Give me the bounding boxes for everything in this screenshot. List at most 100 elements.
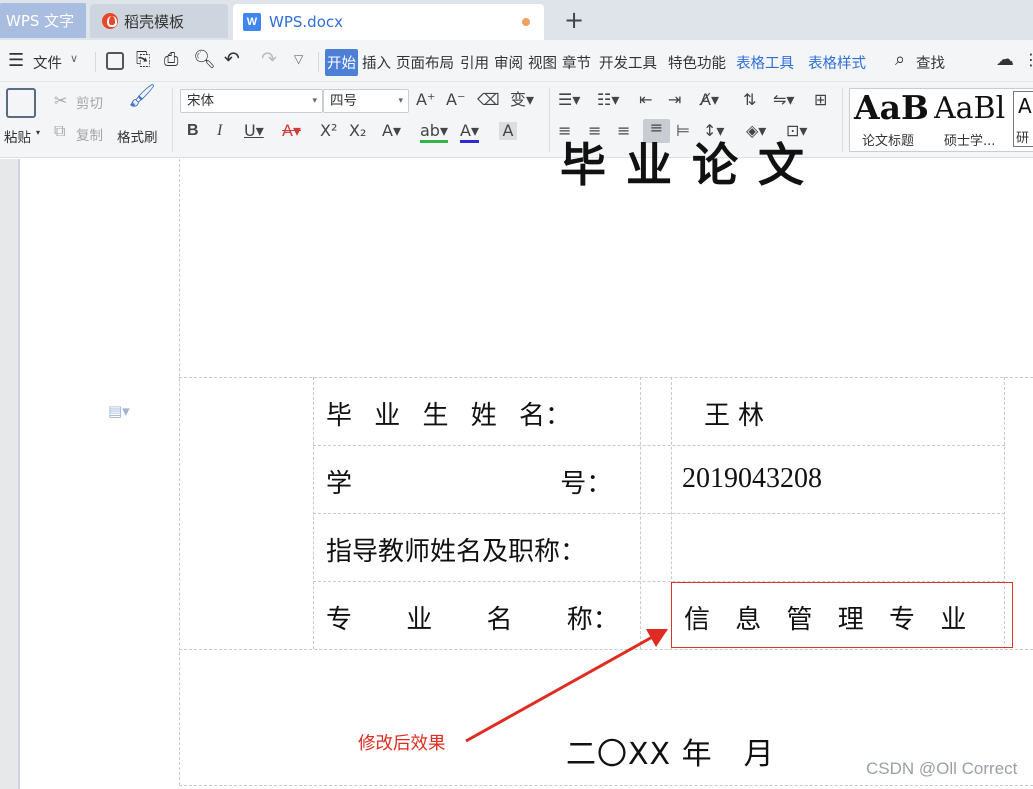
table-layout-icon[interactable]: ⊞ — [814, 91, 827, 109]
superscript-icon[interactable]: X² — [320, 122, 337, 140]
label-student-id[interactable]: 学 号： — [326, 463, 612, 500]
value-graduate-name[interactable]: 王林 — [704, 395, 772, 432]
menu-separator — [95, 52, 96, 72]
wps-doc-icon: W — [243, 13, 261, 31]
paste-button[interactable]: 粘贴 — [4, 126, 31, 146]
tab-wps-writer[interactable]: WPS 文字 — [0, 3, 86, 38]
table-row-divider — [313, 445, 1005, 446]
chevron-down-icon: ▾ — [398, 96, 403, 106]
format-painter-icon[interactable]: 🖌︎ — [128, 86, 156, 108]
file-menu[interactable]: 文件 — [33, 52, 62, 73]
date-line[interactable]: 二〇XX 年 月 — [566, 729, 775, 773]
menu-page-layout[interactable]: 页面布局 — [396, 52, 454, 73]
menu-table-tools[interactable]: 表格工具 — [736, 52, 794, 73]
menu-chapter[interactable]: 章节 — [562, 52, 591, 73]
text-effect-icon[interactable]: A▾ — [382, 122, 401, 140]
subscript-icon[interactable]: X₂ — [349, 122, 366, 140]
style-preview: AaBl — [934, 91, 1006, 126]
menu-home[interactable]: 开始 — [325, 49, 358, 76]
decrease-indent-icon[interactable]: ⇤ — [639, 91, 652, 109]
highlight-box — [671, 582, 1013, 648]
font-size-select[interactable]: 四号 ▾ — [323, 89, 409, 113]
format-painter-button[interactable]: 格式刷 — [117, 126, 158, 146]
italic-icon[interactable]: I — [217, 122, 222, 140]
chinese-layout-icon[interactable]: A̸▾ — [700, 91, 719, 109]
table-row-divider — [313, 513, 1005, 514]
font-color-icon[interactable]: A▾ — [460, 122, 479, 143]
font-size-value: 四号 — [330, 93, 357, 109]
menu-references[interactable]: 引用 — [460, 52, 489, 73]
save-icon[interactable] — [106, 52, 124, 70]
styles-gallery: AaB 论文标题 AaBl 硕士学... A 研 — [849, 88, 1033, 152]
strikethrough-icon[interactable]: A▾ — [282, 122, 301, 140]
unsaved-dot-icon — [522, 18, 530, 26]
new-tab-button[interactable]: + — [560, 6, 588, 34]
tab-document-label: WPS.docx — [269, 13, 343, 31]
style-thesis-title[interactable]: AaB 论文标题 — [854, 88, 932, 150]
menu-table-style[interactable]: 表格样式 — [808, 52, 866, 73]
increase-indent-icon[interactable]: ⇥ — [668, 91, 681, 109]
tab-daoke-label: 稻壳模板 — [124, 12, 185, 31]
phonetic-guide-icon[interactable]: 变▾ — [510, 91, 534, 109]
clear-format-icon[interactable]: ⌫ — [477, 91, 500, 109]
label-graduate-name[interactable]: 毕 业 生 姓 名： — [326, 395, 571, 432]
ribbon-separator — [842, 88, 843, 152]
table-column-divider — [640, 377, 641, 649]
document-area[interactable]: ▤▾ 毕业论文 毕 业 生 姓 名： 王林 学 号： 2019043208 指导… — [0, 138, 1033, 789]
bullet-list-icon[interactable]: ☰▾ — [558, 91, 580, 109]
sort-icon[interactable]: ⇅ — [743, 91, 756, 109]
search-icon[interactable]: ⌕ — [895, 49, 905, 70]
copy-button[interactable]: 复制 — [76, 124, 103, 144]
menu-developer-tools[interactable]: 开发工具 — [599, 52, 657, 73]
quick-access-more-icon[interactable]: ▽ — [294, 52, 303, 66]
label-advisor[interactable]: 指导教师姓名及职称： — [326, 531, 586, 568]
numbered-list-icon[interactable]: ☷▾ — [597, 91, 619, 109]
paste-dropdown-icon[interactable]: ▾ — [36, 128, 40, 137]
watermark: CSDN @Oll Correct — [866, 759, 1018, 778]
style-master-thesis[interactable]: AaBl 硕士学... — [934, 90, 1014, 150]
scissors-icon[interactable]: ✂ — [54, 92, 67, 110]
style-preview: A — [1018, 94, 1032, 118]
ribbon-toolbar: 粘贴 ▾ ✂ 剪切 ⧉ 复制 🖌︎ 格式刷 宋体 ▾ 四号 ▾ A⁺ A⁻ ⌫ … — [0, 82, 1033, 158]
tab-document[interactable]: W WPS.docx — [233, 4, 544, 40]
cloud-sync-icon[interactable]: ☁ — [996, 49, 1014, 70]
table-column-divider — [313, 377, 314, 649]
char-shading-icon[interactable]: A — [499, 122, 517, 140]
paste-icon[interactable] — [6, 88, 36, 118]
undo-icon[interactable]: ↶ — [224, 48, 240, 70]
tab-daoke-templates[interactable]: 稻壳模板 — [90, 4, 228, 38]
menu-special-features[interactable]: 特色功能 — [668, 52, 726, 73]
shrink-font-icon[interactable]: A⁻ — [446, 91, 465, 109]
print-preview-icon[interactable]: 🔍︎ — [193, 49, 216, 70]
ribbon-separator — [549, 88, 550, 152]
style-label: 论文标题 — [862, 134, 915, 149]
bold-icon[interactable]: B — [187, 122, 199, 140]
export-icon[interactable]: ⎘ — [136, 49, 150, 70]
style-label: 硕士学... — [944, 134, 996, 149]
redo-icon[interactable]: ↷ — [261, 48, 277, 70]
hamburger-icon[interactable]: ☰ — [8, 50, 24, 71]
highlight-icon[interactable]: ab▾ — [420, 122, 448, 143]
chevron-down-icon[interactable]: ∨ — [70, 52, 78, 65]
style-label: 研 — [1016, 131, 1030, 146]
menu-view[interactable]: 视图 — [528, 52, 557, 73]
menu-insert[interactable]: 插入 — [362, 52, 391, 73]
annotation-label: 修改后效果 — [358, 734, 446, 754]
print-icon[interactable]: ⎙ — [164, 49, 178, 70]
menu-review[interactable]: 审阅 — [494, 52, 523, 73]
underline-icon[interactable]: U▾ — [244, 122, 264, 140]
style-research[interactable]: A 研 — [1013, 91, 1033, 147]
grow-font-icon[interactable]: A⁺ — [416, 91, 435, 109]
value-student-id[interactable]: 2019043208 — [682, 463, 822, 495]
page-bottom-boundary — [179, 785, 1033, 786]
search-label[interactable]: 查找 — [916, 52, 945, 73]
font-name-select[interactable]: 宋体 ▾ — [180, 89, 323, 113]
chevron-down-icon: ▾ — [312, 96, 317, 106]
page-left-boundary — [179, 159, 180, 785]
copy-icon[interactable]: ⧉ — [54, 122, 65, 140]
cut-button[interactable]: 剪切 — [76, 92, 103, 112]
show-hide-marks-icon[interactable]: ⇋▾ — [773, 91, 794, 109]
table-top-border — [179, 377, 1033, 378]
document-outline-icon[interactable]: ▤▾ — [108, 402, 130, 420]
more-options-icon[interactable]: ⋮ — [1023, 50, 1033, 69]
